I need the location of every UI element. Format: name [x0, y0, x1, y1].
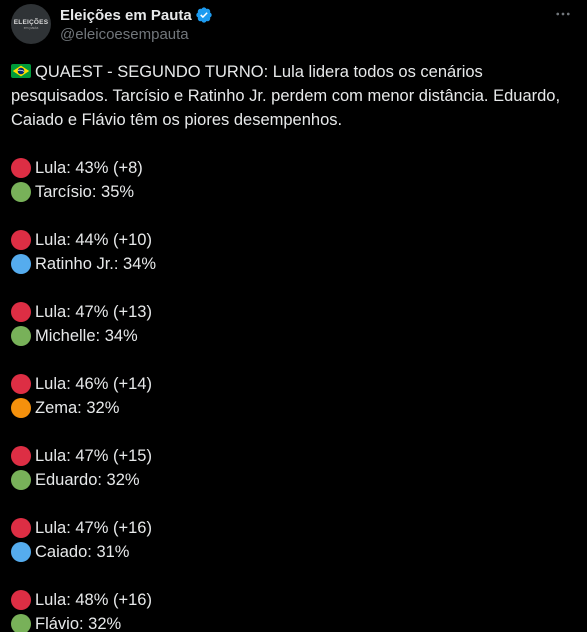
display-name-row: Eleições em Pauta — [60, 5, 213, 25]
scenario-line-text: Lula: 48% (+16) — [35, 591, 152, 609]
tweet: ELEIÇÕES em pauta Eleições em Pauta @ele… — [0, 0, 587, 632]
scenario-line: Caiado: 31% — [11, 540, 573, 564]
scenario-block: Lula: 43% (+8) Tarcísio: 35% — [11, 156, 573, 204]
avatar[interactable]: ELEIÇÕES em pauta — [11, 4, 51, 44]
scenario-line: Lula: 48% (+16) — [11, 588, 573, 612]
scenario-line-text: Caiado: 31% — [35, 543, 130, 561]
scenario-line-text: Lula: 46% (+14) — [35, 375, 152, 393]
avatar-subtext: em pauta — [23, 25, 39, 30]
circle-icon — [11, 230, 31, 250]
handle[interactable]: @eleicoesempauta — [60, 25, 213, 45]
circle-icon — [11, 398, 31, 418]
scenario-line: Lula: 47% (+13) — [11, 300, 573, 324]
scenario-line: Flávio: 32% — [11, 612, 573, 632]
intro-text: QUAEST - SEGUNDO TURNO: Lula lidera todo… — [11, 63, 561, 129]
scenario-block: Lula: 47% (+13) Michelle: 34% — [11, 300, 573, 348]
scenario-line-text: Flávio: 32% — [35, 615, 122, 632]
scenario-line-text: Lula: 47% (+13) — [35, 303, 152, 321]
scenario-line-text: Lula: 44% (+10) — [35, 231, 152, 249]
circle-icon — [11, 590, 31, 610]
more-options-icon — [556, 12, 570, 16]
circle-icon — [11, 374, 31, 394]
tweet-body: QUAEST - SEGUNDO TURNO: Lula lidera todo… — [11, 60, 573, 632]
circle-icon — [11, 542, 31, 562]
circle-icon — [11, 470, 31, 490]
scenario-line: Lula: 46% (+14) — [11, 372, 573, 396]
scenario-line: Zema: 32% — [11, 396, 573, 420]
scenario-line-text: Lula: 43% (+8) — [35, 159, 143, 177]
scenario-line: Lula: 44% (+10) — [11, 228, 573, 252]
scenario-line-text: Michelle: 34% — [35, 327, 138, 345]
scenario-block: Lula: 48% (+16) Flávio: 32% — [11, 588, 573, 632]
brazil-flag-icon — [11, 64, 31, 78]
circle-icon — [11, 158, 31, 178]
scenario-line: Ratinho Jr.: 34% — [11, 252, 573, 276]
scenario-line: Tarcísio: 35% — [11, 180, 573, 204]
scenario-line-text: Tarcísio: 35% — [35, 183, 135, 201]
circle-icon — [11, 614, 31, 632]
circle-icon — [11, 254, 31, 274]
author-names: Eleições em Pauta @eleicoesempauta — [60, 5, 213, 45]
scenario-line: Lula: 43% (+8) — [11, 156, 573, 180]
circle-icon — [11, 182, 31, 202]
scenario-list: Lula: 43% (+8) Tarcísio: 35% Lula: 44% (+1… — [11, 156, 573, 632]
scenario-line-text: Lula: 47% (+16) — [35, 519, 152, 537]
circle-icon — [11, 326, 31, 346]
scenario-line: Lula: 47% (+16) — [11, 516, 573, 540]
display-name[interactable]: Eleições em Pauta — [60, 7, 192, 24]
avatar-text: ELEIÇÕES — [13, 18, 49, 26]
scenario-block: Lula: 44% (+10) Ratinho Jr.: 34% — [11, 228, 573, 276]
scenario-block: Lula: 46% (+14) Zema: 32% — [11, 372, 573, 420]
circle-icon — [11, 518, 31, 538]
tweet-header: ELEIÇÕES em pauta Eleições em Pauta @ele… — [11, 4, 573, 48]
circle-icon — [11, 302, 31, 322]
scenario-block: Lula: 47% (+16) Caiado: 31% — [11, 516, 573, 564]
scenario-line-text: Lula: 47% (+15) — [35, 447, 152, 465]
scenario-line: Eduardo: 32% — [11, 468, 573, 492]
scenario-line-text: Zema: 32% — [35, 399, 120, 417]
scenario-block: Lula: 47% (+15) Eduardo: 32% — [11, 444, 573, 492]
more-options-button[interactable] — [553, 4, 573, 24]
verified-badge-icon — [196, 7, 212, 23]
intro-paragraph: QUAEST - SEGUNDO TURNO: Lula lidera todo… — [11, 60, 573, 132]
scenario-line-text: Eduardo: 32% — [35, 471, 140, 489]
scenario-line: Lula: 47% (+15) — [11, 444, 573, 468]
scenario-line-text: Ratinho Jr.: 34% — [35, 255, 157, 273]
circle-icon — [11, 446, 31, 466]
scenario-line: Michelle: 34% — [11, 324, 573, 348]
